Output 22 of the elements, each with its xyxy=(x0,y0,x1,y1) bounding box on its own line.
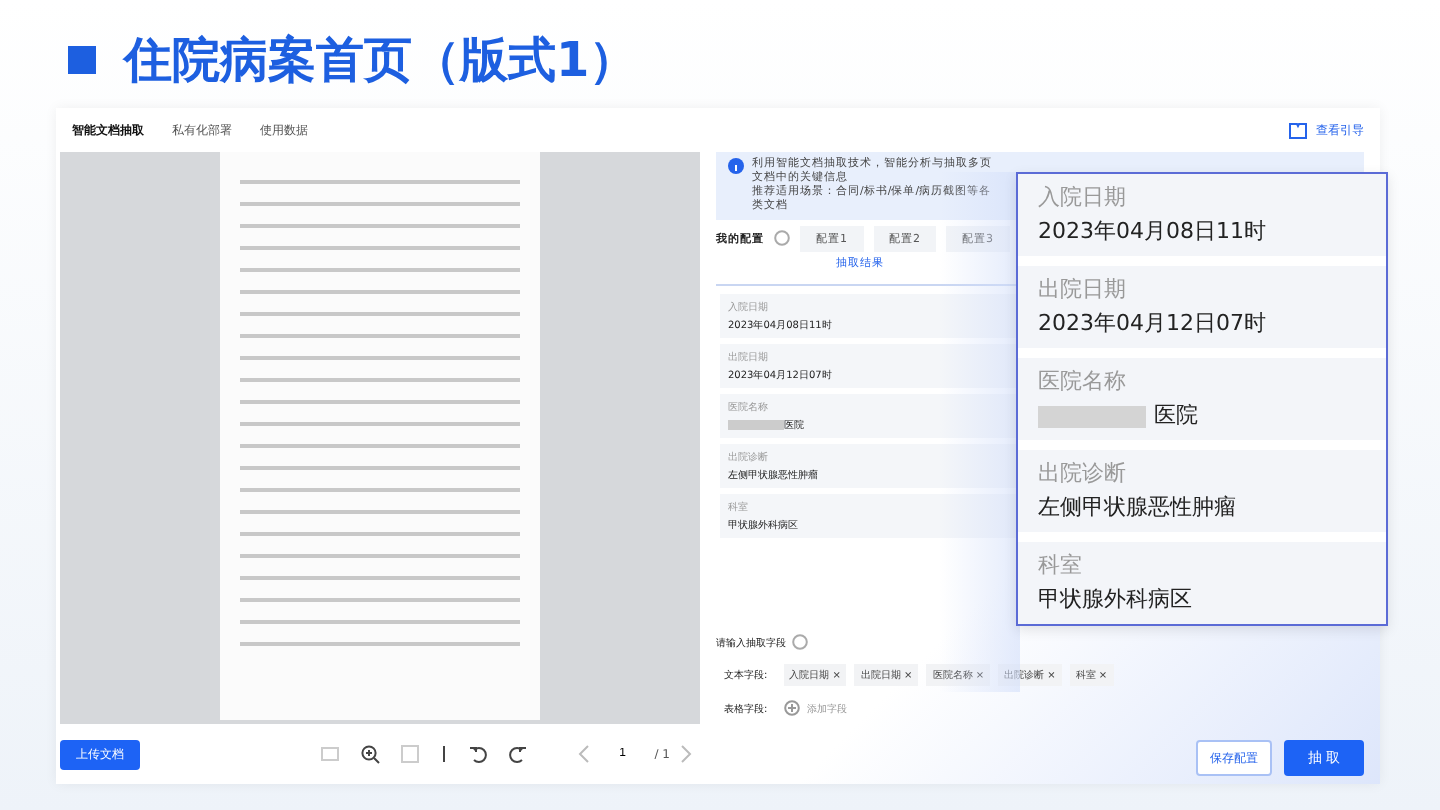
field-value: 甲状腺外科病区 xyxy=(1038,586,1192,614)
rotate-right-icon[interactable] xyxy=(508,744,528,764)
field-label: 出院诊断 xyxy=(1038,460,1126,488)
field-label: 出院日期 xyxy=(1038,276,1126,304)
field-value: 2023年04月08日11时 xyxy=(1038,218,1266,246)
field-value: 2023年04月12日07时 xyxy=(1038,310,1266,338)
zoom-in-icon[interactable] xyxy=(360,744,380,764)
field-value: 医院 xyxy=(1038,402,1198,430)
divider-icon xyxy=(440,744,448,764)
add-circle-icon[interactable] xyxy=(783,700,800,716)
chevron-right-icon[interactable] xyxy=(680,744,692,764)
chevron-left-icon[interactable] xyxy=(578,744,591,764)
title-marker-icon xyxy=(68,46,96,74)
field-label: 医院名称 xyxy=(1038,368,1126,396)
redacted-bar xyxy=(728,420,784,430)
book-icon xyxy=(1288,121,1308,139)
field-label: 入院日期 xyxy=(1038,184,1126,212)
info-icon xyxy=(728,158,744,174)
field-value: 左侧甲状腺恶性肿瘤 xyxy=(1038,494,1236,522)
field-label: 科室 xyxy=(1038,552,1082,580)
rotate-left-icon[interactable] xyxy=(468,744,488,764)
page-title: 住院病案首页（版式1） xyxy=(124,30,638,92)
